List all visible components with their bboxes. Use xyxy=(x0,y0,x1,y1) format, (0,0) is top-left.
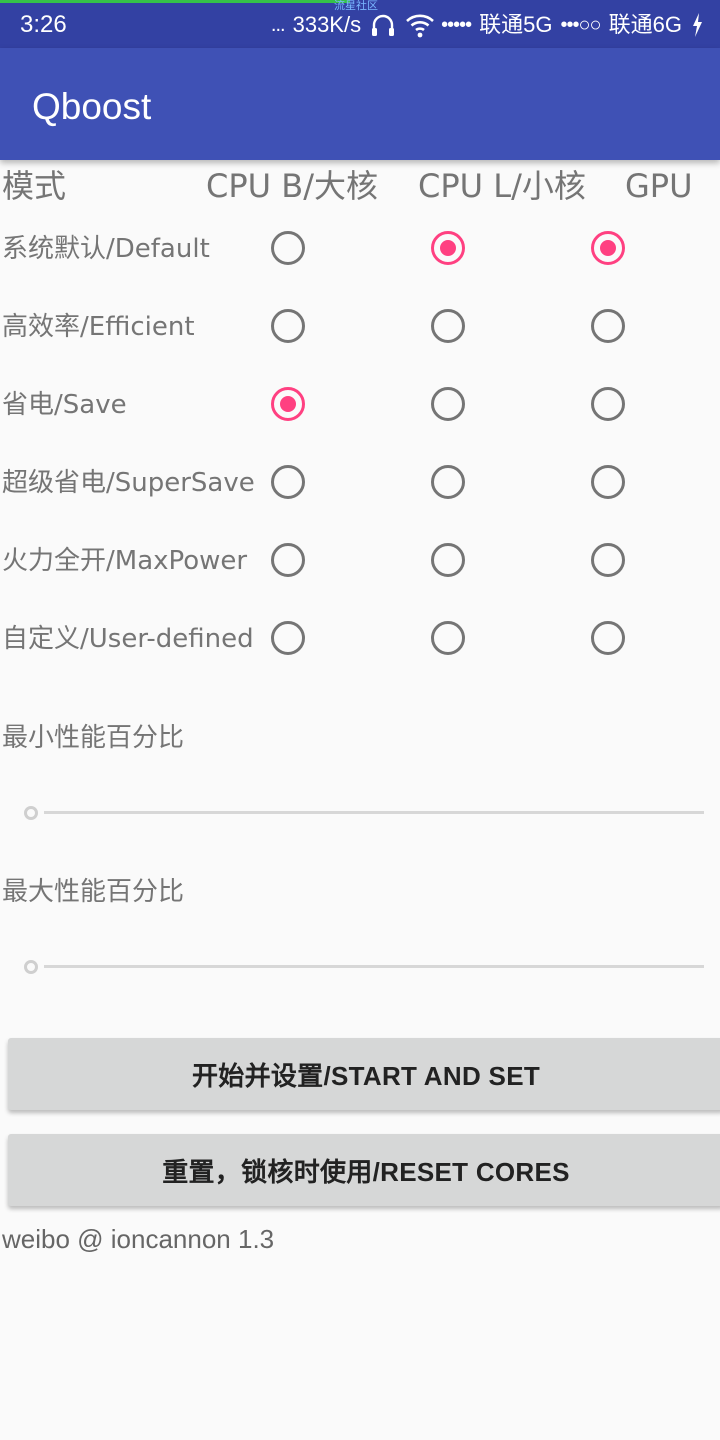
more-notifications-icon: ... xyxy=(270,14,286,36)
status-right-cluster: ... 333K/s ••••• 联通5G •••○○ 联通6G xyxy=(271,11,704,39)
reset-cores-button[interactable]: 重置，锁核时使用/RESET CORES xyxy=(8,1134,720,1206)
slider-track xyxy=(44,811,704,814)
headphones-icon xyxy=(369,11,397,39)
radio-efficient-cpu-big[interactable] xyxy=(271,309,305,343)
mode-label-efficient: 高效率/Efficient xyxy=(2,312,195,342)
max-performance-label: 最大性能百分比 xyxy=(2,877,185,907)
header-gpu: GPU xyxy=(625,167,693,205)
radio-user-defined-cpu-little[interactable] xyxy=(431,621,465,655)
max-performance-slider[interactable] xyxy=(24,957,704,977)
radio-save-cpu-little[interactable] xyxy=(431,387,465,421)
radio-supersave-cpu-big[interactable] xyxy=(271,465,305,499)
header-cpu-big: CPU B/大核 xyxy=(206,167,378,205)
mode-label-supersave: 超级省电/SuperSave xyxy=(2,468,255,498)
start-and-set-button[interactable]: 开始并设置/START AND SET xyxy=(8,1038,720,1110)
radio-supersave-gpu[interactable] xyxy=(591,465,625,499)
header-cpu-little: CPU L/小核 xyxy=(418,167,586,205)
slider-thumb[interactable] xyxy=(24,960,38,974)
signal-strength-1: ••••• xyxy=(441,14,472,36)
footer-credit: weibo @ ioncannon 1.3 xyxy=(2,1224,275,1254)
charging-icon xyxy=(690,11,704,39)
mode-label-save: 省电/Save xyxy=(2,390,127,420)
slider-thumb[interactable] xyxy=(24,806,38,820)
min-performance-slider[interactable] xyxy=(24,803,704,823)
app-title: Qboost xyxy=(32,86,152,127)
mode-label-maxpower: 火力全开/MaxPower xyxy=(2,546,248,576)
app-bar: Qboost xyxy=(0,48,720,160)
radio-maxpower-cpu-big[interactable] xyxy=(271,543,305,577)
radio-maxpower-gpu[interactable] xyxy=(591,543,625,577)
radio-default-gpu[interactable] xyxy=(591,231,625,265)
radio-save-gpu[interactable] xyxy=(591,387,625,421)
radio-maxpower-cpu-little[interactable] xyxy=(431,543,465,577)
slider-track xyxy=(44,965,704,968)
radio-default-cpu-big[interactable] xyxy=(271,231,305,265)
network-speed: 333K/s xyxy=(292,12,362,37)
mode-label-user-defined: 自定义/User-defined xyxy=(2,624,254,654)
radio-save-cpu-big[interactable] xyxy=(271,387,305,421)
carrier-1: 联通5G xyxy=(479,12,553,37)
loading-indicator xyxy=(0,0,350,3)
carrier-2: 联通6G xyxy=(608,12,682,37)
signal-strength-2: •••○○ xyxy=(560,14,601,36)
radio-user-defined-gpu[interactable] xyxy=(591,621,625,655)
min-performance-label: 最小性能百分比 xyxy=(2,723,185,753)
wifi-icon xyxy=(405,11,434,39)
radio-user-defined-cpu-big[interactable] xyxy=(271,621,305,655)
radio-default-cpu-little[interactable] xyxy=(431,231,465,265)
status-time: 3:26 xyxy=(20,11,67,38)
radio-efficient-cpu-little[interactable] xyxy=(431,309,465,343)
header-mode: 模式 xyxy=(2,167,67,205)
radio-efficient-gpu[interactable] xyxy=(591,309,625,343)
mode-label-default: 系统默认/Default xyxy=(2,234,210,264)
status-bar: 流星社区 3:26 ... 333K/s ••••• 联通5G •••○○ 联通… xyxy=(0,0,720,48)
radio-supersave-cpu-little[interactable] xyxy=(431,465,465,499)
